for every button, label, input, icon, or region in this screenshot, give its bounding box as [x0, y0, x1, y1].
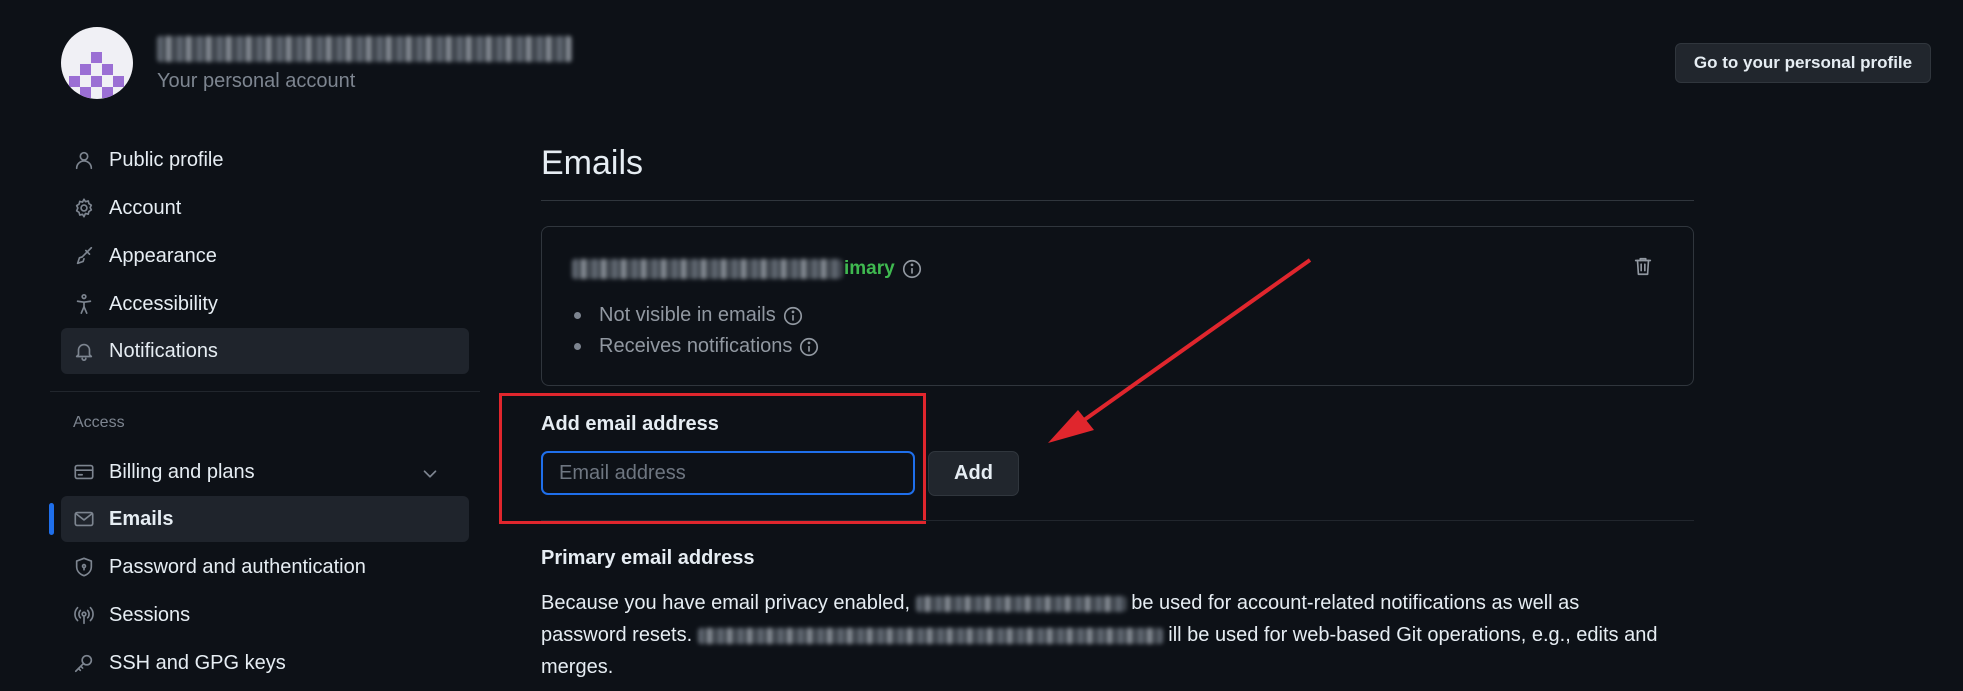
- description-text: merges.: [541, 656, 614, 678]
- paintbrush-icon: [71, 243, 97, 269]
- sidebar-item-notifications[interactable]: Notifications: [61, 328, 469, 374]
- description-text: be used for account-related notification…: [1131, 592, 1580, 614]
- sidebar-item-label: Accessibility: [109, 292, 218, 315]
- list-item: Receives notifications: [574, 335, 820, 358]
- sidebar-item-label: Password and authentication: [109, 555, 366, 578]
- bullet-dot: [574, 312, 581, 319]
- description-text: password resets.: [541, 624, 693, 646]
- bullet-text: Not visible in emails: [599, 304, 776, 326]
- avatar-pixel: [69, 76, 80, 87]
- bell-icon: [71, 338, 97, 364]
- sidebar-item-label: Notifications: [109, 339, 218, 362]
- bullet-dot: [574, 343, 581, 350]
- trash-icon[interactable]: [1632, 254, 1654, 283]
- avatar-pixel: [102, 64, 113, 75]
- sidebar-item-appearance[interactable]: Appearance: [61, 233, 469, 279]
- email-redacted: [915, 595, 1126, 612]
- sidebar-item-emails[interactable]: Emails: [61, 496, 469, 542]
- sidebar-item-label: Emails: [109, 507, 174, 530]
- avatar-pixel: [80, 64, 91, 75]
- sidebar-item-label: Account: [109, 196, 182, 219]
- info-icon[interactable]: [782, 305, 804, 327]
- sidebar-item-label: Billing and plans: [109, 460, 255, 483]
- section-divider: [541, 520, 1694, 521]
- primary-email-heading: Primary email address: [541, 547, 755, 569]
- gear-icon: [71, 195, 97, 221]
- shield-icon: [71, 554, 97, 580]
- avatar-pixel: [91, 76, 102, 87]
- sidebar-item-accessibility[interactable]: Accessibility: [61, 281, 469, 327]
- sidebar-item-label: SSH and GPG keys: [109, 651, 286, 674]
- sidebar-item-label: Public profile: [109, 148, 224, 171]
- description-text: Because you have email privacy enabled,: [541, 592, 911, 614]
- bullet-text: Receives notifications: [599, 335, 793, 357]
- sidebar-divider: [50, 391, 480, 392]
- sidebar-item-password[interactable]: Password and authentication: [61, 544, 469, 590]
- key-icon: [71, 650, 97, 676]
- annotation-arrow-shaft: [1068, 258, 1312, 432]
- mail-icon: [71, 506, 97, 532]
- sidebar-item-label: Appearance: [109, 244, 217, 267]
- sidebar-item-sessions[interactable]: Sessions: [61, 592, 469, 638]
- broadcast-icon: [71, 602, 97, 628]
- chevron-down-icon[interactable]: [417, 461, 443, 487]
- person-icon: [71, 147, 97, 173]
- accessibility-icon: [71, 291, 97, 317]
- email-row: imary: [572, 258, 923, 280]
- section-label-access: Access: [73, 414, 125, 431]
- sidebar-item-ssh-gpg-keys[interactable]: SSH and GPG keys: [61, 640, 469, 686]
- email-redacted: [572, 259, 842, 279]
- go-to-profile-button[interactable]: Go to your personal profile: [1675, 43, 1931, 83]
- active-indicator: [49, 503, 54, 535]
- add-email-button[interactable]: Add: [928, 451, 1019, 496]
- primary-email-description: Because you have email privacy enabled, …: [541, 587, 1701, 683]
- page-title: Emails: [541, 144, 644, 182]
- sidebar-item-public-profile[interactable]: Public profile: [61, 137, 469, 183]
- sidebar-item-billing[interactable]: Billing and plans: [61, 449, 469, 495]
- primary-badge: imary: [844, 258, 895, 279]
- avatar-pixel: [113, 76, 124, 87]
- annotation-arrow-head: [1048, 410, 1094, 443]
- username-redacted: [157, 36, 572, 62]
- avatar-pixel: [91, 52, 102, 63]
- credit-card-icon: [71, 459, 97, 485]
- info-icon[interactable]: [901, 258, 923, 280]
- email-redacted: [697, 627, 1163, 644]
- info-icon[interactable]: [798, 336, 820, 358]
- avatar-pixel: [102, 87, 113, 98]
- account-subtitle: Your personal account: [157, 70, 356, 92]
- avatar-pixel: [80, 87, 91, 98]
- description-text: ill be used for web-based Git operations…: [1168, 624, 1658, 646]
- list-item: Not visible in emails: [574, 304, 804, 327]
- sidebar-item-account[interactable]: Account: [61, 185, 469, 231]
- title-divider: [541, 200, 1694, 201]
- annotation-arrow: [1048, 258, 1312, 443]
- sidebar-item-label: Sessions: [109, 603, 191, 626]
- annotation-highlight-box: [499, 393, 926, 524]
- avatar: [61, 27, 133, 99]
